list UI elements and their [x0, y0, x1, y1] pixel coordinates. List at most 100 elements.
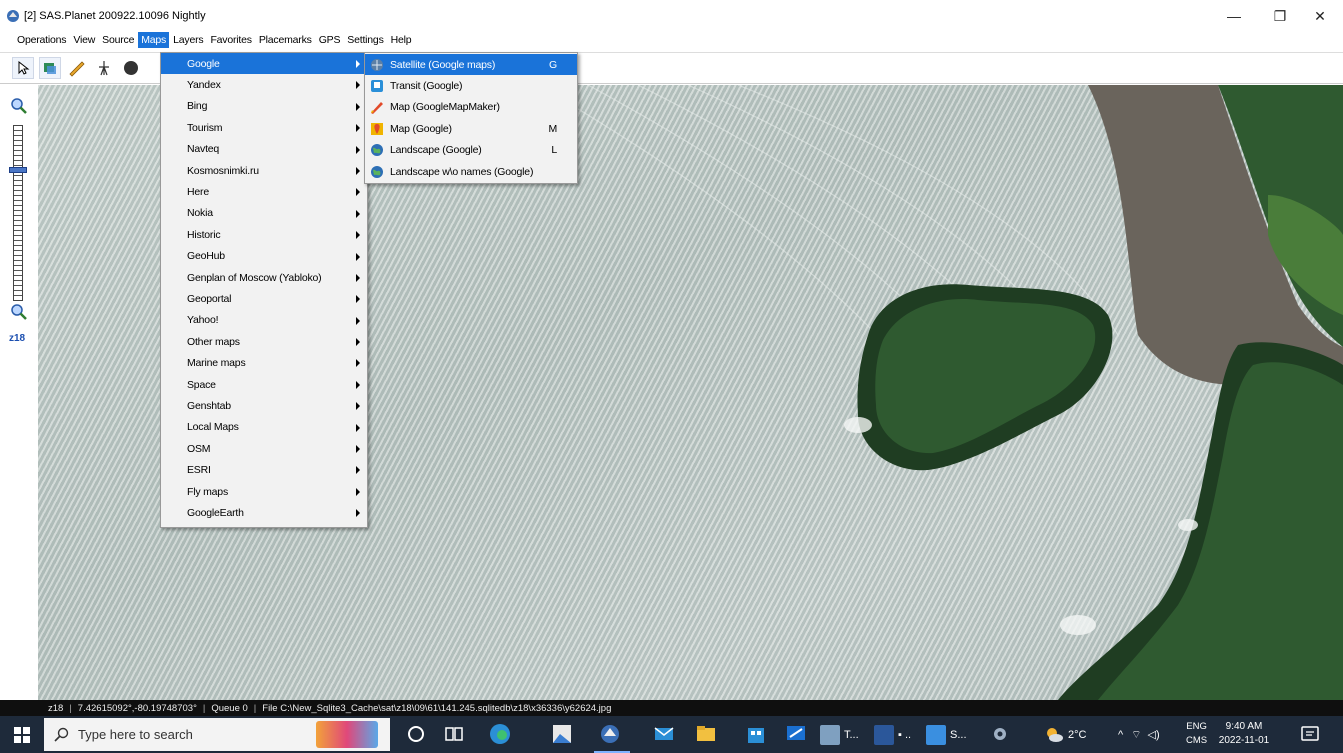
maps-dropdown-menu: Google Yandex Bing Tourism Navteq Kosmos…: [160, 52, 368, 528]
cursor-icon: [18, 61, 30, 75]
google-mapmaker-item[interactable]: Map (GoogleMapMaker): [365, 97, 577, 118]
word-taskbar-app[interactable]: ▪ ..: [874, 721, 911, 748]
submenu-arrow-icon: [356, 102, 360, 111]
word-icon: [874, 724, 894, 745]
zoom-panel: z18: [0, 85, 38, 700]
zoom-slider[interactable]: [13, 125, 23, 301]
compass-tool-button[interactable]: [93, 57, 115, 79]
maps-menu-item-bing[interactable]: Bing: [161, 96, 367, 117]
maps-menu-item-nokia[interactable]: Nokia: [161, 203, 367, 224]
input-language-indicator[interactable]: ENG CMS: [1186, 720, 1207, 748]
submenu-arrow-icon: [356, 509, 360, 518]
maps-menu-item-googleearth[interactable]: GoogleEarth: [161, 502, 367, 523]
mapmaker-icon: [371, 102, 383, 115]
file-explorer-icon[interactable]: [694, 722, 718, 746]
menu-view[interactable]: View: [70, 32, 98, 48]
network-icon[interactable]: ⌔: [1131, 728, 1141, 742]
zoom-slider-thumb[interactable]: [9, 167, 27, 173]
remote-desktop-icon[interactable]: [784, 722, 808, 746]
volume-icon[interactable]: ◁): [1148, 728, 1160, 741]
maps-menu-item-kosmosnimki[interactable]: Kosmosnimki.ru: [161, 160, 367, 181]
start-button[interactable]: [0, 716, 44, 753]
gps-tool-button[interactable]: [120, 57, 142, 79]
menu-settings[interactable]: Settings: [344, 32, 386, 48]
google-transit-item[interactable]: Transit (Google): [365, 75, 577, 96]
maps-menu-item-osm[interactable]: OSM: [161, 438, 367, 459]
submenu-arrow-icon: [356, 252, 360, 261]
search-highlight-image: [316, 721, 378, 748]
edge-browser-icon[interactable]: [488, 722, 512, 746]
menu-help[interactable]: Help: [388, 32, 415, 48]
submenu-arrow-icon: [356, 166, 360, 175]
maps-menu-item-yandex[interactable]: Yandex: [161, 74, 367, 95]
taskbar-app-2[interactable]: S...: [926, 721, 967, 748]
maps-menu-item-google[interactable]: Google: [161, 53, 367, 75]
minimize-button[interactable]: —: [1211, 0, 1257, 32]
search-placeholder: Type here to search: [78, 727, 193, 742]
maps-menu-item-esri[interactable]: ESRI: [161, 459, 367, 480]
app-thumbnail-icon: [926, 724, 946, 745]
settings-app-icon[interactable]: [988, 722, 1012, 746]
maps-menu-item-here[interactable]: Here: [161, 181, 367, 202]
menu-layers[interactable]: Layers: [170, 32, 206, 48]
maps-menu-item-local-maps[interactable]: Local Maps: [161, 417, 367, 438]
mail-icon[interactable]: [652, 722, 676, 746]
maps-menu-item-genshtab[interactable]: Genshtab: [161, 395, 367, 416]
zoom-in-icon[interactable]: [10, 97, 28, 115]
sasplanet-taskbar-icon[interactable]: [598, 722, 622, 746]
transit-icon: [371, 80, 383, 93]
maps-menu-item-genplan[interactable]: Genplan of Moscow (Yabloko): [161, 267, 367, 288]
maps-menu-item-marine-maps[interactable]: Marine maps: [161, 352, 367, 373]
close-button[interactable]: ✕: [1297, 0, 1343, 32]
menu-favorites[interactable]: Favorites: [207, 32, 254, 48]
app-icon: [7, 10, 19, 22]
taskbar-app-1[interactable]: T...: [820, 721, 859, 748]
google-landscape-no-names-item[interactable]: Landscape w\o names (Google): [365, 161, 577, 182]
select-tool-button[interactable]: [12, 57, 34, 79]
submenu-arrow-icon: [356, 338, 360, 347]
taskbar-clock[interactable]: 9:40 AM 2022-11-01: [1214, 720, 1274, 748]
taskbar-search-box[interactable]: Type here to search: [44, 718, 390, 751]
tray-chevron-up-icon[interactable]: ^: [1118, 729, 1123, 741]
maps-menu-item-geoportal[interactable]: Geoportal: [161, 288, 367, 309]
zoom-out-icon[interactable]: [10, 303, 28, 321]
weather-widget[interactable]: 2°C: [1044, 716, 1086, 753]
menu-bar: Operations View Source Maps Layers Favor…: [0, 30, 1343, 50]
google-map-item[interactable]: Map (Google) M: [365, 118, 577, 139]
maps-menu-item-tourism[interactable]: Tourism: [161, 117, 367, 138]
notifications-icon[interactable]: [1298, 722, 1322, 746]
submenu-arrow-icon: [356, 445, 360, 454]
maps-menu-item-space[interactable]: Space: [161, 374, 367, 395]
maps-menu-item-yahoo[interactable]: Yahoo!: [161, 310, 367, 331]
menu-gps[interactable]: GPS: [316, 32, 344, 48]
submenu-arrow-icon: [356, 124, 360, 133]
map-source-button[interactable]: [39, 57, 61, 79]
menu-operations[interactable]: Operations: [14, 32, 69, 48]
maps-menu-item-fly-maps[interactable]: Fly maps: [161, 481, 367, 502]
google-landscape-item[interactable]: Landscape (Google) L: [365, 140, 577, 161]
maps-menu-item-other-maps[interactable]: Other maps: [161, 331, 367, 352]
maps-menu-item-historic[interactable]: Historic: [161, 224, 367, 245]
menu-maps[interactable]: Maps: [138, 32, 170, 48]
submenu-arrow-icon: [356, 466, 360, 475]
google-submenu: Satellite (Google maps) G Transit (Googl…: [364, 52, 578, 184]
menu-placemarks[interactable]: Placemarks: [256, 32, 315, 48]
photos-app-icon[interactable]: [550, 722, 574, 746]
task-view-icon[interactable]: [442, 722, 466, 746]
store-icon[interactable]: [744, 722, 768, 746]
windows-taskbar: Type here to search T... ▪ .. S... 2°C ^…: [0, 716, 1343, 753]
submenu-arrow-icon: [356, 273, 360, 282]
maps-menu-item-navteq[interactable]: Navteq: [161, 139, 367, 160]
status-zoom: z18: [48, 702, 64, 714]
app-thumbnail-icon: [820, 724, 840, 745]
submenu-arrow-icon: [356, 209, 360, 218]
maps-menu-item-geohub[interactable]: GeoHub: [161, 246, 367, 267]
status-queue: Queue 0: [211, 702, 248, 714]
title-bar: [2] SAS.Planet 200922.10096 Nightly — ❐ …: [0, 0, 1343, 32]
submenu-arrow-icon: [356, 487, 360, 496]
ruler-tool-button[interactable]: [66, 57, 88, 79]
cortana-icon[interactable]: [404, 722, 428, 746]
status-coordinates: 7.42615092°,-80.19748703°: [77, 702, 197, 714]
google-satellite-item[interactable]: Satellite (Google maps) G: [365, 54, 577, 76]
menu-source[interactable]: Source: [99, 32, 137, 48]
